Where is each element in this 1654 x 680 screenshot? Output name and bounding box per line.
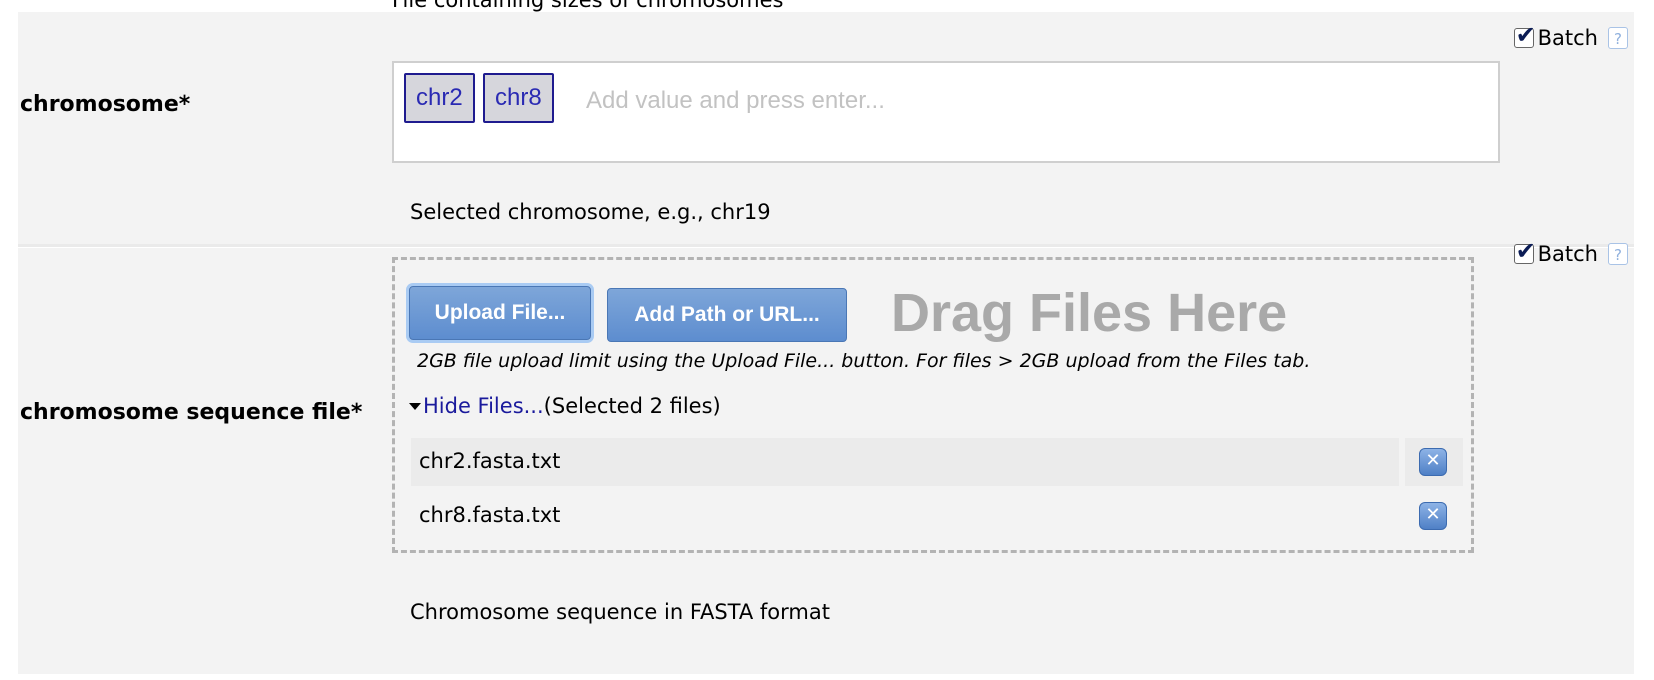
remove-cell: ✕	[1405, 492, 1463, 540]
param-label: chromosome*	[20, 92, 191, 117]
remove-cell: ✕	[1405, 438, 1463, 486]
caret-down-icon	[409, 402, 421, 410]
param-help: Selected chromosome, e.g., chr19	[410, 200, 771, 224]
file-name: chr8.fasta.txt	[411, 492, 1399, 540]
param-row-sequence-file: chromosome sequence file* Batch ? Upload…	[18, 237, 1634, 674]
value-tag[interactable]: chr8	[483, 73, 554, 123]
file-name: chr2.fasta.txt	[411, 438, 1399, 486]
remove-file-icon[interactable]: ✕	[1419, 502, 1447, 530]
file-drop-zone[interactable]: Upload File... Add Path or URL... Drag F…	[392, 257, 1474, 553]
previous-param-help: File containing sizes of chromosomes	[392, 0, 784, 12]
add-path-url-button[interactable]: Add Path or URL...	[607, 288, 847, 342]
batch-checkbox[interactable]	[1513, 237, 1536, 265]
param-row-chromosome: chromosome* Batch ? chr2 chr8 Selected c…	[18, 12, 1634, 247]
batch-checkbox[interactable]	[1513, 21, 1536, 49]
param-help: Chromosome sequence in FASTA format	[410, 600, 830, 624]
param-label: chromosome sequence file*	[20, 400, 363, 425]
drag-files-text: Drag Files Here	[891, 283, 1288, 343]
batch-toggle[interactable]: Batch ?	[1513, 237, 1628, 266]
help-icon[interactable]: ?	[1608, 27, 1628, 49]
file-list-item: chr8.fasta.txt ✕	[411, 492, 1473, 540]
batch-label: Batch	[1537, 242, 1598, 266]
hide-files-link[interactable]: Hide Files...	[423, 394, 544, 418]
batch-label: Batch	[1537, 26, 1598, 50]
batch-toggle[interactable]: Batch ?	[1513, 21, 1628, 50]
selected-count: (Selected 2 files)	[543, 394, 721, 418]
upload-limit-note: 2GB file upload limit using the Upload F…	[417, 350, 1311, 372]
help-icon[interactable]: ?	[1608, 243, 1628, 265]
file-list-item: chr2.fasta.txt ✕	[411, 438, 1473, 486]
tag-text-input[interactable]	[584, 83, 1468, 119]
value-tag[interactable]: chr2	[404, 73, 475, 123]
tag-input-box[interactable]: chr2 chr8	[392, 61, 1500, 163]
upload-file-button[interactable]: Upload File...	[409, 286, 591, 340]
hide-files-toggle[interactable]: Hide Files... (Selected 2 files)	[409, 394, 721, 418]
remove-file-icon[interactable]: ✕	[1419, 448, 1447, 476]
